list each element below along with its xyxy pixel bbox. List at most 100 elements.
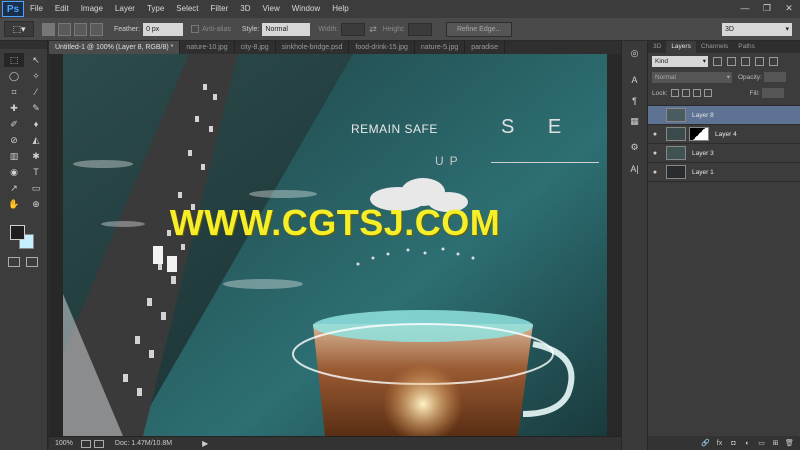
close-icon[interactable]: ✕ [782,2,796,14]
feather-input[interactable]: 0 px [143,22,184,36]
menu-layer[interactable]: Layer [109,0,141,18]
visibility-eye-icon[interactable]: ● [648,112,662,119]
tab-3d[interactable]: 3D [648,41,666,53]
visibility-eye-icon[interactable]: ● [648,169,662,176]
tab-paths[interactable]: Paths [733,41,760,53]
filter-shape-icon[interactable] [755,56,764,66]
filter-adjustment-icon[interactable] [727,56,736,66]
doc-tab-paradise[interactable]: paradise [465,41,506,54]
menu-view[interactable]: View [257,0,286,18]
menu-window[interactable]: Window [286,0,326,18]
visibility-eye-icon[interactable]: ● [648,150,662,157]
doc-tab-city-8[interactable]: city-8.jpg [235,41,276,54]
properties-panel-icon[interactable]: ⚙ [625,139,645,156]
swap-icon[interactable]: ⇄ [369,24,377,35]
menu-type[interactable]: Type [141,0,170,18]
zoom-level[interactable]: 100% [55,440,73,447]
hand-tool-icon[interactable]: ✋ [4,197,24,211]
new-selection-icon[interactable] [42,22,55,36]
opacity-input[interactable] [763,72,786,82]
subtract-selection-icon[interactable] [74,22,87,36]
lock-position-icon[interactable] [692,89,701,97]
menu-3d[interactable]: 3D [234,0,256,18]
eyedropper-icon[interactable]: ⁄ [26,85,46,99]
canvas-area[interactable]: REMAIN SAFE S E UP WWW.CGTSJ.COM [49,54,621,436]
doc-tab-sinkhole-bridge[interactable]: sinkhole-bridge.psd [276,41,350,54]
layer-row-layer-3[interactable]: ● Layer 3 [648,144,800,163]
shape-tool-icon[interactable]: ▭ [26,181,46,195]
blur-tool-icon[interactable]: ▥ [4,149,24,163]
layer-row-layer-8[interactable]: ● Layer 8 [648,106,800,125]
healing-brush-icon[interactable]: ✚ [4,101,24,115]
gradient-tool-icon[interactable]: ◭ [26,133,46,147]
layer-name[interactable]: Layer 1 [692,169,714,176]
antialias-checkbox[interactable] [191,25,200,33]
history-panel-icon[interactable]: ◎ [625,45,645,62]
filter-smart-icon[interactable] [769,56,778,66]
paragraph-panel-icon[interactable]: ¶ [625,92,645,109]
status-icon[interactable] [80,439,91,448]
layer-style-icon[interactable]: fx [715,440,724,447]
blend-mode-select[interactable]: Normal [652,71,732,83]
fill-input[interactable] [761,88,784,98]
clone-stamp-icon[interactable]: ✐ [4,117,24,131]
magic-wand-icon[interactable]: ✧ [26,69,46,83]
filter-pixel-icon[interactable] [713,56,722,66]
doc-tab-nature-5[interactable]: nature-5.jpg [415,41,466,54]
menu-filter[interactable]: Filter [205,0,235,18]
foreground-color-swatch[interactable] [10,225,25,240]
lock-all-icon[interactable] [703,89,712,97]
screen-mode-icon[interactable] [26,257,38,267]
layer-row-layer-1[interactable]: ● Layer 1 [648,163,800,182]
layer-kind-select[interactable]: Kind [652,55,708,67]
delete-layer-icon[interactable]: 🗑 [785,439,794,447]
lock-transparent-icon[interactable] [670,89,679,97]
width-input[interactable] [341,22,366,36]
path-select-icon[interactable]: ↗ [4,181,24,195]
layer-mask-thumbnail[interactable] [689,127,709,141]
history-brush-icon[interactable]: ♦ [26,117,46,131]
quick-mask-icon[interactable] [8,257,20,267]
marquee-preset-icon[interactable]: ⬚▾ [4,21,34,37]
eraser-tool-icon[interactable]: ⊘ [4,133,24,147]
doc-tab-food-drink-15[interactable]: food-drink-15.jpg [349,41,415,54]
glyphs-panel-icon[interactable]: A| [625,160,645,177]
style-select[interactable]: Normal [262,22,311,36]
pen-tool-icon[interactable]: ◉ [4,165,24,179]
status-icon-2[interactable] [93,439,104,448]
lock-image-icon[interactable] [681,89,690,97]
height-input[interactable] [407,22,432,36]
layer-name[interactable]: Layer 4 [715,131,737,138]
type-tool-icon[interactable]: T [26,165,46,179]
move-tool-icon[interactable]: ↖ [26,53,46,67]
add-mask-icon[interactable]: ◘ [729,440,738,447]
layer-row-layer-4[interactable]: ● Layer 4 [648,125,800,144]
brush-tool-icon[interactable]: ✎ [26,101,46,115]
link-layers-icon[interactable]: 🔗 [701,439,710,447]
new-layer-icon[interactable]: ⊞ [771,439,780,447]
menu-select[interactable]: Select [170,0,204,18]
filter-type-icon[interactable] [741,56,750,66]
marquee-tool-icon[interactable]: ⬚ [4,53,24,67]
tab-layers[interactable]: Layers [666,41,696,53]
document-canvas[interactable]: REMAIN SAFE S E UP [63,54,607,436]
doc-tab-untitled-1[interactable]: Untitled-1 @ 100% (Layer 8, RGB/8) * [49,41,181,54]
swatches-panel-icon[interactable]: ▦ [625,113,645,130]
add-selection-icon[interactable] [58,22,71,36]
adjustment-layer-icon[interactable]: ◐ [743,440,752,447]
doc-tab-nature-10[interactable]: nature-10.jpg [180,41,235,54]
tools-grip[interactable] [0,41,47,49]
lasso-tool-icon[interactable]: ◯ [4,69,24,83]
refine-edge-button[interactable]: Refine Edge... [445,21,513,37]
minimize-icon[interactable]: — [738,2,752,14]
zoom-tool-icon[interactable]: ⊕ [26,197,46,211]
crop-tool-icon[interactable]: ⌗ [4,85,24,99]
status-menu-arrow-icon[interactable]: ▶ [202,439,208,448]
menu-image[interactable]: Image [75,0,109,18]
intersect-selection-icon[interactable] [90,22,103,36]
character-panel-icon[interactable]: A [625,71,645,88]
layer-name[interactable]: Layer 3 [692,150,714,157]
layer-name[interactable]: Layer 8 [692,112,714,119]
visibility-eye-icon[interactable]: ● [648,131,662,138]
tab-channels[interactable]: Channels [696,41,733,53]
